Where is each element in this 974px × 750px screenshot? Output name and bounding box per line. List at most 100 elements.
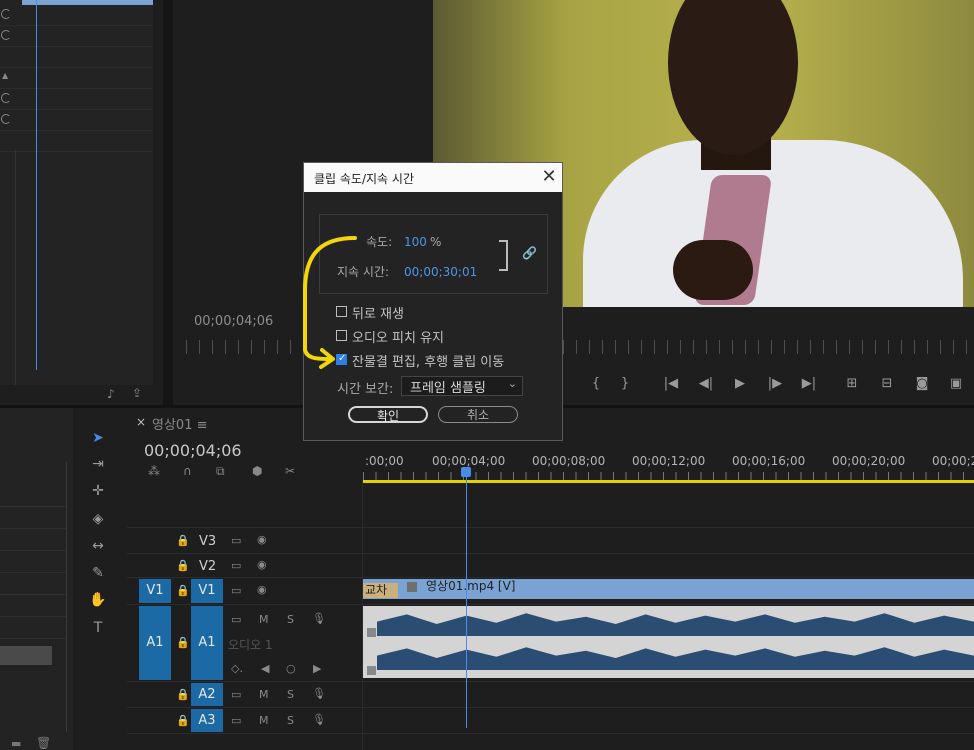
mic-icon[interactable]: 🎙 (312, 612, 326, 625)
ruler-label: 00;00;12;00 (632, 454, 706, 468)
effects-row[interactable] (0, 528, 66, 551)
track-target-a1[interactable]: A1 (191, 606, 223, 680)
lock-icon[interactable]: 🔒 (176, 559, 190, 572)
source-patch-v1[interactable]: V1 (139, 579, 171, 603)
mic-icon[interactable]: 🎙 (312, 687, 326, 700)
close-icon[interactable]: × (136, 415, 146, 429)
step-back-icon[interactable]: ◀| (697, 375, 715, 393)
go-to-in-icon[interactable]: |◀ (662, 375, 680, 393)
ripple-edit-tool-icon[interactable]: ✛ (87, 480, 109, 502)
lift-icon[interactable]: ⊞ (843, 375, 861, 393)
lock-icon[interactable]: 🔒 (176, 584, 190, 597)
add-keyframe-icon[interactable]: ○ (286, 662, 296, 675)
prev-keyframe-icon[interactable]: ◀ (261, 662, 269, 675)
effects-row[interactable] (0, 616, 66, 639)
mark-out-icon[interactable]: } (616, 375, 634, 393)
export-icon[interactable]: ⇪ (132, 386, 142, 400)
project-row[interactable] (0, 26, 153, 47)
nest-icon[interactable]: ⁂ (148, 464, 160, 478)
go-to-out-icon[interactable]: ▶| (800, 375, 818, 393)
lock-icon[interactable]: 🔒 (176, 688, 190, 701)
pen-tool-icon[interactable]: ✎ (87, 562, 109, 584)
lock-icon[interactable]: 🔒 (176, 636, 190, 649)
close-icon[interactable]: ✕ (540, 166, 558, 187)
mute-button[interactable]: M (259, 613, 269, 626)
collapse-icon[interactable]: ▲ (2, 71, 8, 80)
project-row[interactable] (0, 89, 153, 110)
work-area-bar[interactable] (363, 480, 974, 483)
eye-icon[interactable]: ◉ (257, 558, 267, 571)
interpolation-label: 시간 보간: (337, 382, 394, 397)
mic-icon[interactable]: 🎙 (312, 713, 326, 726)
track-select-tool-icon[interactable]: ⇥ (87, 453, 109, 475)
cancel-button[interactable]: 취소 (438, 406, 518, 423)
mute-button[interactable]: M (259, 714, 269, 727)
ok-button[interactable]: 확인 (348, 406, 428, 423)
snap-icon[interactable]: ∩ (183, 464, 192, 478)
sync-lock-icon[interactable]: ▭ (231, 534, 241, 547)
channel-l-icon (367, 628, 376, 637)
speed-value[interactable]: 100 (404, 235, 427, 249)
track-target-a3[interactable]: A3 (191, 709, 223, 732)
solo-button[interactable]: S (287, 613, 294, 626)
selection-tool-icon[interactable]: ➤ (87, 427, 109, 449)
linked-selection-icon[interactable]: ⧉ (216, 464, 225, 479)
track-target-v1[interactable]: V1 (191, 579, 223, 603)
effects-row[interactable] (0, 572, 66, 595)
wrench-icon[interactable]: ✂ (285, 464, 295, 478)
hand-tool-icon[interactable]: ✋ (87, 589, 109, 611)
interpolation-dropdown[interactable]: 프레임 샘플링 ⌄ (401, 376, 523, 396)
cross-dissolve-transition[interactable]: 교차 (363, 583, 398, 598)
music-icon[interactable]: ♪ (107, 387, 115, 401)
source-patch-a1[interactable]: A1 (139, 606, 171, 680)
program-timecode[interactable]: 00;00;04;06 (194, 314, 273, 329)
razor-tool-icon[interactable]: ◈ (87, 508, 109, 530)
link-icon[interactable]: 🔗 (522, 246, 537, 260)
eye-icon[interactable]: ◉ (257, 583, 267, 596)
lock-icon[interactable]: 🔒 (176, 714, 190, 727)
eye-icon[interactable]: ◉ (257, 533, 267, 546)
marker-icon[interactable]: ⬢ (252, 464, 262, 478)
timeline-timecode[interactable]: 00;00;04;06 (144, 441, 242, 460)
playhead-handle[interactable] (461, 467, 471, 477)
step-forward-icon[interactable]: |▶ (766, 375, 784, 393)
extract-icon[interactable]: ⊟ (878, 375, 896, 393)
project-row[interactable] (0, 110, 153, 131)
project-row[interactable] (0, 131, 153, 152)
sync-lock-icon[interactable]: ▭ (231, 688, 241, 701)
slip-tool-icon[interactable]: ↔ (87, 535, 109, 557)
sequence-tab[interactable]: 영상01 ≡ (152, 414, 208, 433)
sync-lock-icon[interactable]: ▭ (231, 584, 241, 597)
lock-icon[interactable]: 🔒 (176, 534, 190, 547)
speed-label: 속도: (366, 235, 393, 249)
compare-icon[interactable]: ▣ (947, 375, 965, 393)
effects-selected-row[interactable] (0, 646, 52, 665)
sync-lock-icon[interactable]: ▭ (231, 559, 241, 572)
trash-icon[interactable]: 🗑 (36, 736, 51, 750)
track-target-a2[interactable]: A2 (191, 683, 223, 706)
project-row[interactable] (0, 47, 153, 68)
mark-in-icon[interactable]: { (587, 375, 605, 393)
play-icon[interactable]: ▶ (731, 375, 749, 393)
next-keyframe-icon[interactable]: ▶ (313, 662, 321, 675)
type-tool-icon[interactable]: T (87, 617, 109, 639)
folder-icon[interactable]: ▬ (11, 737, 21, 750)
solo-button[interactable]: S (287, 714, 294, 727)
camera-icon[interactable]: ◙ (913, 375, 931, 393)
effects-row[interactable] (0, 484, 66, 507)
mute-button[interactable]: M (259, 688, 269, 701)
playhead-line[interactable] (466, 476, 467, 728)
project-row[interactable]: ▲ (0, 68, 153, 89)
duration-value[interactable]: 00;00;30;01 (404, 265, 477, 279)
effects-row[interactable] (0, 550, 66, 573)
panel-divider (163, 0, 173, 405)
effects-row[interactable] (0, 506, 66, 529)
audio-clip[interactable] (363, 606, 974, 678)
solo-button[interactable]: S (287, 688, 294, 701)
ruler-label: 00;00;08;00 (532, 454, 606, 468)
sync-lock-icon[interactable]: ▭ (231, 714, 241, 727)
keyframe-icon[interactable]: ◇. (231, 662, 243, 675)
sync-lock-icon[interactable]: ▭ (231, 613, 241, 626)
project-row[interactable] (0, 5, 153, 26)
effects-row[interactable] (0, 594, 66, 617)
